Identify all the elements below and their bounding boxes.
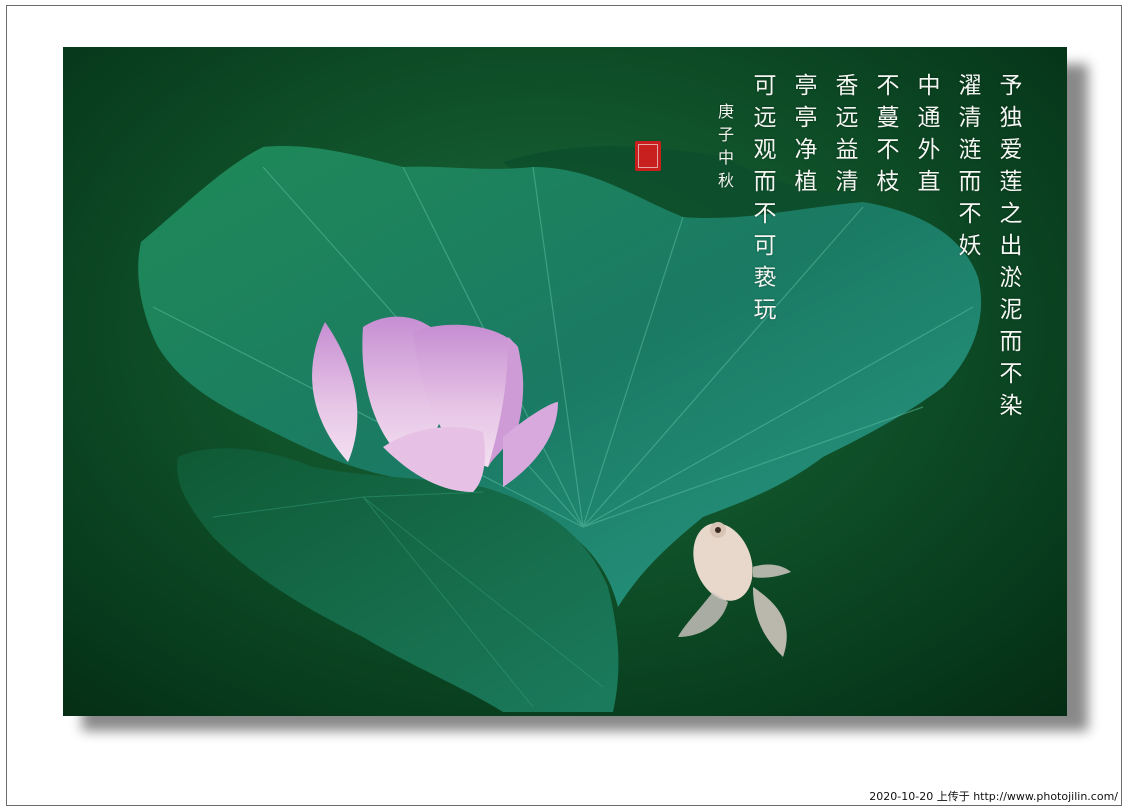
poem-line: 亭亭净植 <box>790 73 816 201</box>
poem-line: 不蔓不枝 <box>872 73 898 201</box>
poem: 予独爱莲之出淤泥而不染 濯清涟而不妖 中通外直 不蔓不枝 香远益清 亭亭净植 可… <box>715 73 1021 693</box>
poem-signature: 庚子中秋 <box>715 103 734 195</box>
poem-line: 香远益清 <box>831 73 857 201</box>
photo: 予独爱莲之出淤泥而不染 濯清涟而不妖 中通外直 不蔓不枝 香远益清 亭亭净植 可… <box>63 47 1067 716</box>
poem-line: 濯清涟而不妖 <box>954 73 980 265</box>
seal-stamp-icon <box>635 141 661 171</box>
poem-line: 予独爱莲之出淤泥而不染 <box>995 73 1021 425</box>
poem-line: 中通外直 <box>913 73 939 201</box>
poem-line: 可远观而不可亵玩 <box>749 73 775 329</box>
upload-caption: 2020-10-20 上传于 http://www.photojilin.com… <box>869 790 1118 803</box>
